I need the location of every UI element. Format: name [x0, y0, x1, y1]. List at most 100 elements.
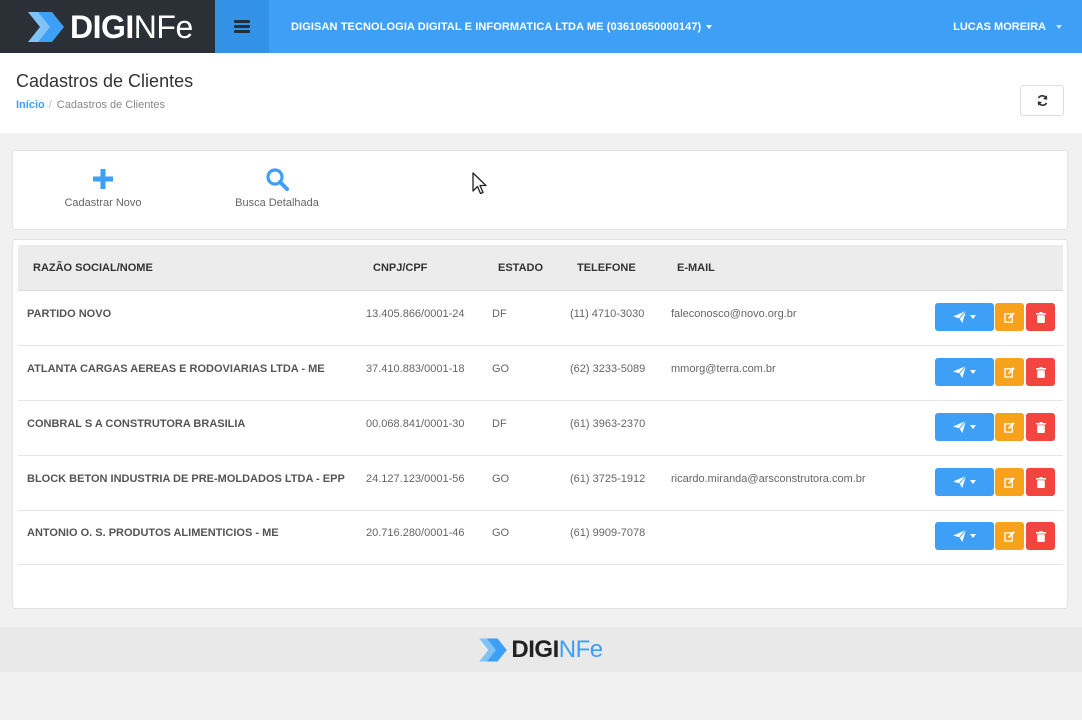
trash-icon	[1035, 311, 1046, 323]
table-row[interactable]: ANTONIO O. S. PRODUTOS ALIMENTICIOS - ME…	[18, 510, 1063, 565]
new-client-label: Cadastrar Novo	[64, 197, 142, 209]
refresh-button[interactable]	[1020, 85, 1064, 116]
cell-phone: (62) 3233-5089	[570, 363, 646, 375]
caret-down-icon	[970, 534, 976, 538]
new-client-button[interactable]: Cadastrar Novo	[53, 151, 153, 229]
cell-email: mmorg@terra.com.br	[671, 363, 776, 375]
company-name: DIGISAN TECNOLOGIA DIGITAL E INFORMATICA…	[291, 21, 702, 33]
cell-state: GO	[492, 527, 510, 539]
user-name: LUCAS MOREIRA	[953, 21, 1046, 33]
top-navbar: DIGINFe DIGISAN TECNOLOGIA DIGITAL E INF…	[0, 0, 1082, 53]
cell-doc: 24.127.123/0001-56	[366, 473, 465, 485]
cell-state: DF	[492, 418, 507, 430]
cell-phone: (61) 9909-7078	[570, 527, 646, 539]
page-header: Cadastros de Clientes Início / Cadastros d…	[0, 53, 1082, 133]
company-selector[interactable]: DIGISAN TECNOLOGIA DIGITAL E INFORMATICA…	[291, 21, 713, 33]
send-dropdown-button[interactable]	[935, 468, 994, 496]
paper-plane-icon	[953, 421, 966, 433]
footer: DIGINFe	[0, 627, 1082, 672]
table-row[interactable]: CONBRAL S A CONSTRUTORA BRASILIA 00.068.8…	[18, 401, 1063, 456]
cell-name: ANTONIO O. S. PRODUTOS ALIMENTICIOS - ME	[27, 527, 279, 539]
edit-button[interactable]	[995, 303, 1024, 331]
user-menu[interactable]: LUCAS MOREIRA	[953, 21, 1062, 33]
paper-plane-icon	[953, 311, 966, 323]
cell-state: DF	[492, 308, 507, 320]
caret-down-icon	[1056, 25, 1062, 30]
edit-icon	[1004, 530, 1015, 542]
paper-plane-icon	[953, 530, 966, 542]
cell-name: BLOCK BETON INDUSTRIA DE PRE-MOLDADOS LT…	[27, 473, 345, 485]
delete-button[interactable]	[1026, 468, 1055, 496]
edit-icon	[1004, 311, 1015, 323]
trash-icon	[1035, 366, 1046, 378]
cell-doc: 13.405.866/0001-24	[366, 308, 465, 320]
edit-button[interactable]	[995, 413, 1024, 441]
caret-down-icon	[970, 480, 976, 484]
hamburger-icon	[234, 20, 250, 33]
logo-text: DIGINFe	[70, 8, 193, 45]
brand-logo[interactable]: DIGINFe	[0, 0, 215, 53]
column-header-email[interactable]: E-MAIL	[677, 262, 715, 274]
cell-doc: 00.068.841/0001-30	[366, 418, 465, 430]
edit-icon	[1004, 476, 1015, 488]
column-header-doc[interactable]: CNPJ/CPF	[373, 262, 427, 274]
caret-down-icon	[970, 315, 976, 319]
edit-button[interactable]	[995, 468, 1024, 496]
delete-button[interactable]	[1026, 413, 1055, 441]
table-header: RAZÃO SOCIAL/NOME CNPJ/CPF ESTADO TELEFO…	[18, 245, 1063, 291]
edit-button[interactable]	[995, 522, 1024, 550]
trash-icon	[1035, 421, 1046, 433]
send-dropdown-button[interactable]	[935, 358, 994, 386]
send-dropdown-button[interactable]	[935, 522, 994, 550]
send-dropdown-button[interactable]	[935, 303, 994, 331]
paper-plane-icon	[953, 476, 966, 488]
caret-down-icon	[970, 370, 976, 374]
breadcrumb-home-link[interactable]: Início	[16, 99, 45, 111]
cell-name: PARTIDO NOVO	[27, 308, 112, 320]
cell-name: ATLANTA CARGAS AEREAS E RODOVIARIAS LTDA…	[27, 363, 325, 375]
logo-mark-icon	[28, 11, 64, 42]
refresh-icon	[1037, 95, 1047, 106]
edit-icon	[1004, 366, 1015, 378]
cell-phone: (11) 4710-3030	[570, 308, 645, 320]
table-row[interactable]: BLOCK BETON INDUSTRIA DE PRE-MOLDADOS LT…	[18, 456, 1063, 511]
table-row[interactable]: PARTIDO NOVO 13.405.866/0001-24 DF (11) 471…	[18, 291, 1063, 346]
cell-name: CONBRAL S A CONSTRUTORA BRASILIA	[27, 418, 246, 430]
cell-doc: 37.410.883/0001-18	[366, 363, 465, 375]
breadcrumb-current: Cadastros de Clientes	[56, 99, 166, 111]
cell-phone: (61) 3963-2370	[570, 418, 646, 430]
breadcrumb: Início / Cadastros de Clientes	[16, 99, 166, 111]
caret-down-icon	[706, 25, 713, 30]
edit-icon	[1004, 421, 1015, 433]
paper-plane-icon	[953, 366, 966, 378]
cell-doc: 20.716.280/0001-46	[366, 527, 465, 539]
cell-email: ricardo.miranda@arsconstrutora.com.br	[671, 473, 866, 485]
cell-phone: (61) 3725-1912	[570, 473, 646, 485]
column-header-state[interactable]: ESTADO	[498, 262, 543, 274]
delete-button[interactable]	[1026, 522, 1055, 550]
delete-button[interactable]	[1026, 303, 1055, 331]
search-icon	[265, 167, 289, 191]
table-row[interactable]: ATLANTA CARGAS AEREAS E RODOVIARIAS LTDA…	[18, 346, 1063, 401]
mouse-cursor-icon	[472, 172, 487, 195]
cell-email: faleconosco@novo.org.br	[671, 308, 797, 320]
column-header-phone[interactable]: TELEFONE	[577, 262, 636, 274]
column-header-name[interactable]: RAZÃO SOCIAL/NOME	[33, 262, 153, 274]
trash-icon	[1035, 476, 1046, 488]
detailed-search-label: Busca Detalhada	[235, 197, 319, 209]
plus-icon	[93, 167, 113, 191]
trash-icon	[1035, 530, 1046, 542]
cell-state: GO	[492, 473, 510, 485]
caret-down-icon	[970, 425, 976, 429]
cell-state: GO	[492, 363, 510, 375]
actions-panel: Cadastrar Novo Busca Detalhada	[12, 150, 1068, 230]
logo-mark-icon	[479, 638, 508, 661]
delete-button[interactable]	[1026, 358, 1055, 386]
footer-logo-text: DIGINFe	[511, 635, 603, 663]
send-dropdown-button[interactable]	[935, 413, 994, 441]
clients-table: RAZÃO SOCIAL/NOME CNPJ/CPF ESTADO TELEFO…	[12, 239, 1068, 609]
edit-button[interactable]	[995, 358, 1024, 386]
detailed-search-button[interactable]: Busca Detalhada	[227, 151, 327, 229]
page-title: Cadastros de Clientes	[16, 71, 194, 91]
menu-toggle-button[interactable]	[215, 0, 269, 53]
